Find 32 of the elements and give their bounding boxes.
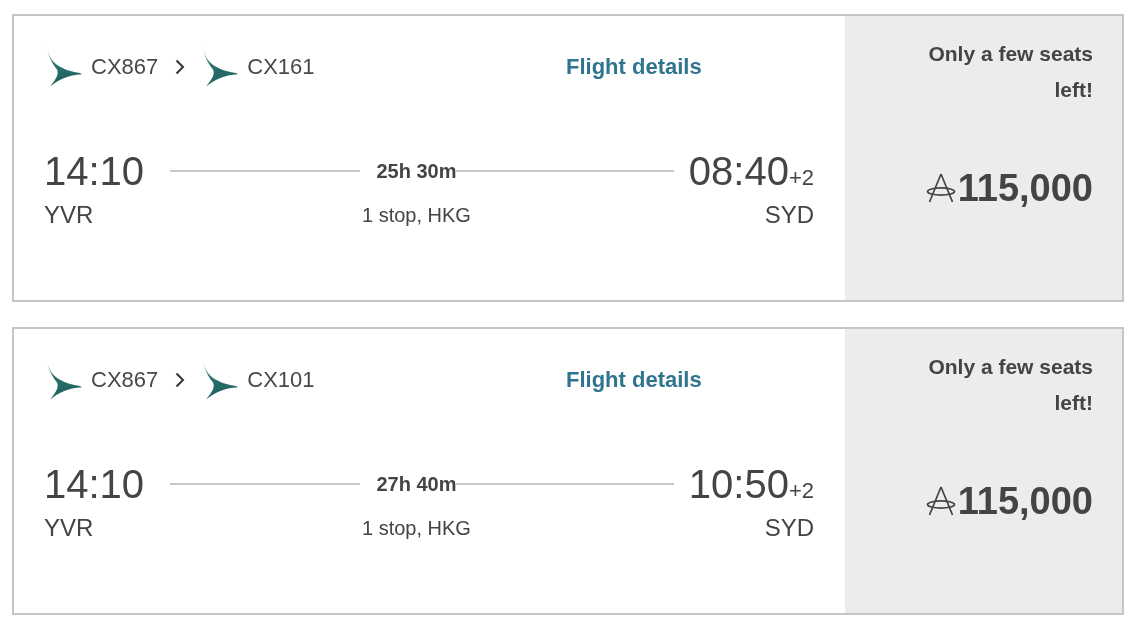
availability-note: Only a few seats left! xyxy=(927,354,1093,416)
wing-icon xyxy=(46,360,82,400)
flight-duration: 25h 30m xyxy=(376,159,457,183)
stops-info: 1 stop, HKG xyxy=(362,203,471,228)
price: 115,000 xyxy=(957,166,1093,211)
wing-icon xyxy=(46,47,82,87)
stops-info: 1 stop, HKG xyxy=(362,516,471,541)
flight-details-link[interactable]: Flight details xyxy=(566,367,702,393)
currency-icon xyxy=(925,486,956,516)
airport-code: SYD xyxy=(764,513,814,543)
availability-note: Only a few seats left! xyxy=(927,41,1093,103)
day-offset: +2 xyxy=(788,165,814,191)
departure-time: 14:10 xyxy=(44,148,145,194)
departure-time: 14:10 xyxy=(44,461,145,507)
arrival-time: 08:40 xyxy=(688,148,789,194)
flight-number: CX161 xyxy=(247,54,315,80)
chevron-right-icon xyxy=(175,372,186,388)
wing-icon xyxy=(202,47,239,87)
arrival-time: 10:50 xyxy=(688,461,789,507)
airport-code: SYD xyxy=(764,200,814,230)
chevron-right-icon xyxy=(175,59,186,75)
currency-icon xyxy=(925,173,956,203)
price: 115,000 xyxy=(957,479,1093,524)
flight-number: CX101 xyxy=(247,367,315,393)
flight-details-link[interactable]: Flight details xyxy=(566,54,702,80)
airport-code: YVR xyxy=(44,200,95,230)
day-offset: +2 xyxy=(788,478,814,504)
flight-duration: 27h 40m xyxy=(376,472,457,496)
flight-number: CX867 xyxy=(91,54,159,80)
airport-code: YVR xyxy=(44,513,95,543)
flight-number: CX867 xyxy=(91,367,159,393)
wing-icon xyxy=(202,360,239,400)
